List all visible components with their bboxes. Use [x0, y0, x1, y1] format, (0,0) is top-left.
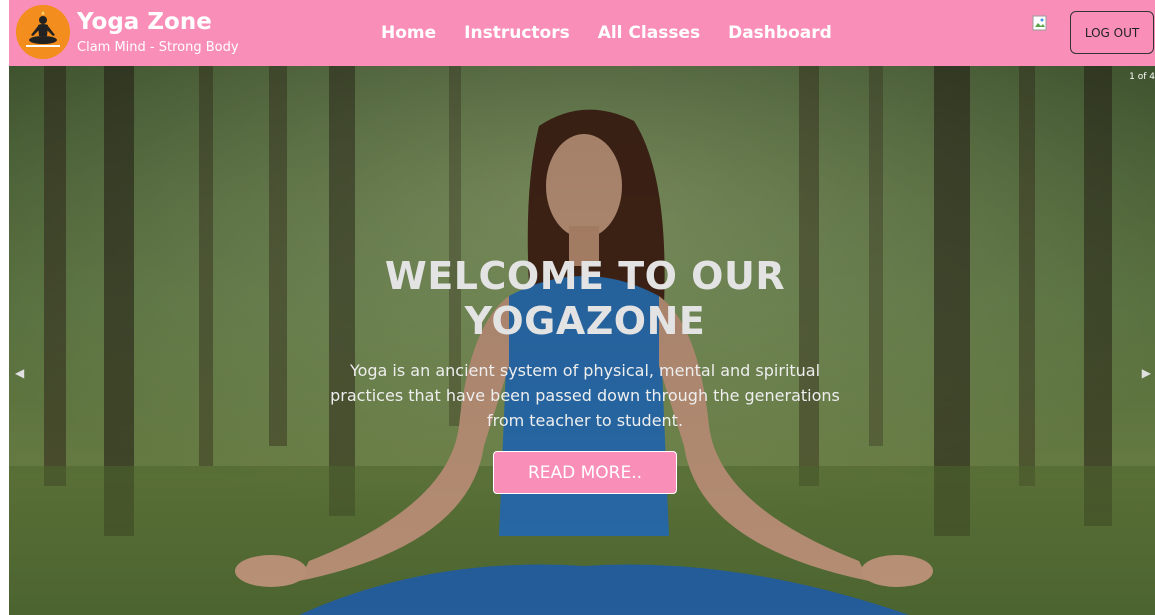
main-nav: Home Instructors All Classes Dashboard	[381, 20, 860, 46]
brand-title[interactable]: Yoga Zone	[77, 7, 212, 37]
nav-dashboard[interactable]: Dashboard	[728, 20, 832, 46]
logout-button[interactable]: LOG OUT	[1070, 11, 1154, 54]
navbar: Yoga Zone Clam Mind - Strong Body Home I…	[9, 0, 1155, 66]
chevron-right-icon[interactable]: ▶	[1142, 366, 1151, 380]
hero-carousel: 1 of 4 ◀ ▶ WELCOME TO OUR YOGAZONE Yoga …	[9, 66, 1155, 615]
slide-counter: 1 of 4	[1129, 72, 1155, 82]
read-more-button[interactable]: READ MORE..	[493, 451, 677, 494]
nav-home[interactable]: Home	[381, 20, 436, 46]
chevron-left-icon[interactable]: ◀	[15, 366, 24, 380]
hero-description: Yoga is an ancient system of physical, m…	[330, 361, 840, 430]
nav-all-classes[interactable]: All Classes	[598, 20, 700, 46]
nav-instructors[interactable]: Instructors	[464, 20, 570, 46]
page: Yoga Zone Clam Mind - Strong Body Home I…	[0, 0, 1155, 615]
brand-subtitle: Clam Mind - Strong Body	[77, 40, 239, 55]
broken-image-avatar-icon[interactable]	[1032, 15, 1050, 33]
hero-title: WELCOME TO OUR YOGAZONE	[384, 254, 786, 343]
meditation-logo-icon[interactable]	[16, 5, 70, 59]
